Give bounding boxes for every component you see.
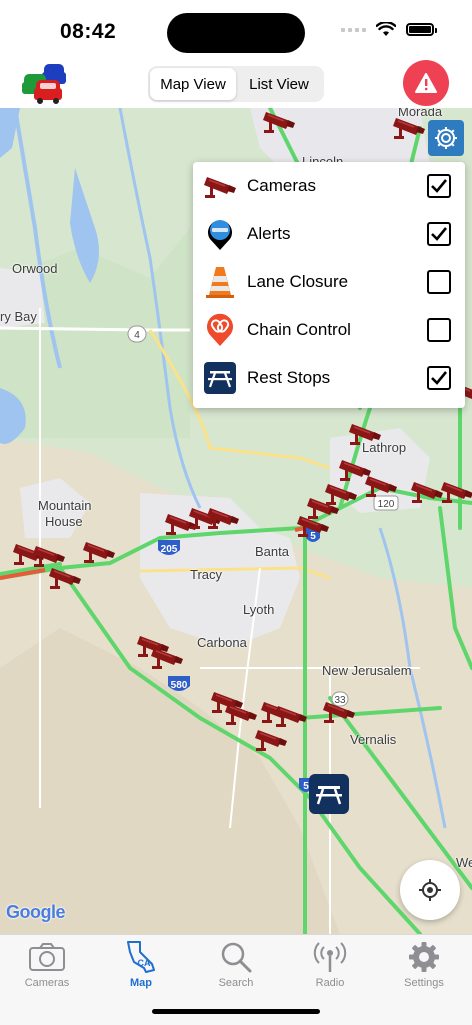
camera-marker[interactable] (348, 420, 382, 446)
place-tracy: Tracy (190, 567, 223, 582)
camera-marker[interactable] (48, 564, 82, 590)
layer-row-alerts[interactable]: Alerts (193, 210, 465, 258)
place-mountain: Mountain (38, 498, 92, 513)
my-location-button[interactable] (400, 860, 460, 920)
california-map-icon: CA (124, 939, 158, 975)
list-view-tab[interactable]: List View (236, 68, 322, 100)
alert-triangle-icon (415, 73, 437, 93)
checkmark-icon (431, 371, 448, 385)
tab-cameras[interactable]: Cameras (0, 939, 94, 995)
alert-pin-icon (203, 217, 237, 251)
layer-label: Lane Closure (247, 272, 349, 291)
camera-marker[interactable] (410, 478, 444, 504)
camera-marker[interactable] (392, 114, 426, 140)
radio-icon (311, 939, 349, 975)
svg-text:CA: CA (138, 958, 151, 968)
layer-label: Cameras (247, 176, 316, 195)
place-banta: Banta (255, 544, 289, 559)
tab-map[interactable]: CA Map (94, 939, 188, 995)
chain-control-checkbox[interactable] (427, 318, 451, 342)
gear-icon (435, 127, 457, 149)
alerts-checkbox[interactable] (427, 222, 451, 246)
google-attribution[interactable]: Google (6, 902, 66, 923)
layer-label: Chain Control (247, 320, 351, 339)
status-bar: 08:42 (0, 0, 472, 62)
layer-row-cameras[interactable]: Cameras (193, 162, 465, 210)
place-carbona: Carbona (197, 635, 247, 650)
alerts-button[interactable] (403, 60, 449, 106)
route-120-shield: 120 (378, 499, 395, 510)
tab-label: Search (218, 977, 254, 989)
rest-stops-checkbox[interactable] (427, 366, 451, 390)
checkmark-icon (431, 179, 448, 193)
status-time: 08:42 (60, 20, 117, 43)
status-icons (341, 22, 437, 37)
tab-search[interactable]: Search (189, 939, 283, 995)
tab-radio[interactable]: Radio (283, 939, 377, 995)
layers-settings-button[interactable] (428, 120, 464, 156)
layer-label: Alerts (247, 224, 291, 243)
camera-marker[interactable] (224, 700, 258, 726)
layer-label: Rest Stops (247, 368, 331, 387)
cars-logo-icon (22, 64, 66, 104)
place-lyoth: Lyoth (243, 602, 275, 617)
layer-row-lane-closure[interactable]: Lane Closure (193, 258, 465, 306)
camera-marker[interactable] (364, 472, 398, 498)
tab-bar: Cameras CA Map Search Radio Settings (0, 934, 472, 1025)
picnic-table-icon (203, 361, 237, 395)
cameras-checkbox[interactable] (427, 174, 451, 198)
camera-marker[interactable] (322, 698, 356, 724)
i580-shield: 580 (171, 680, 188, 691)
lane-closure-checkbox[interactable] (427, 270, 451, 294)
camera-marker[interactable] (150, 644, 184, 670)
tab-label: Radio (315, 977, 345, 989)
place-orwood: Orwood (12, 261, 58, 276)
i205-shield: 205 (161, 544, 178, 555)
map-view-tab[interactable]: Map View (150, 68, 236, 100)
camera-icon (28, 939, 66, 975)
app-header: Map View List View (0, 60, 472, 108)
rest-stop-marker[interactable] (309, 774, 349, 814)
view-toggle: Map View List View (148, 66, 324, 102)
tab-label: Map (130, 977, 152, 989)
camera-marker[interactable] (254, 726, 288, 752)
place-new-jerusalem: New Jerusalem (322, 663, 412, 678)
tab-label: Settings (404, 977, 444, 989)
route-4-shield: 4 (134, 330, 140, 341)
chain-control-icon (203, 313, 237, 347)
tab-label: Cameras (24, 977, 70, 989)
picnic-table-icon (316, 786, 342, 805)
traffic-cone-icon (203, 265, 237, 299)
place-house: House (45, 514, 83, 529)
layers-panel: Cameras Alerts Lane Closure Chain Contro… (193, 162, 465, 408)
search-icon (219, 939, 253, 975)
camera-marker[interactable] (206, 504, 240, 530)
home-indicator (152, 1009, 320, 1014)
camera-marker[interactable] (296, 512, 330, 538)
camera-icon (203, 169, 237, 203)
place-we: We (456, 855, 472, 870)
crosshair-icon (419, 879, 441, 901)
cellular-signal-icon (341, 27, 366, 32)
gear-icon (407, 939, 441, 975)
wifi-icon (376, 22, 396, 36)
battery-icon (406, 23, 437, 36)
checkmark-icon (431, 227, 448, 241)
place-vernalis: Vernalis (350, 732, 397, 747)
tab-settings[interactable]: Settings (377, 939, 471, 995)
camera-marker[interactable] (440, 478, 472, 504)
layer-row-rest-stops[interactable]: Rest Stops (193, 354, 465, 402)
camera-marker[interactable] (274, 702, 308, 728)
place-ry-bay: ry Bay (0, 309, 37, 324)
camera-marker[interactable] (82, 538, 116, 564)
layer-row-chain-control[interactable]: Chain Control (193, 306, 465, 354)
dynamic-island (167, 13, 305, 53)
camera-marker[interactable] (262, 108, 296, 134)
